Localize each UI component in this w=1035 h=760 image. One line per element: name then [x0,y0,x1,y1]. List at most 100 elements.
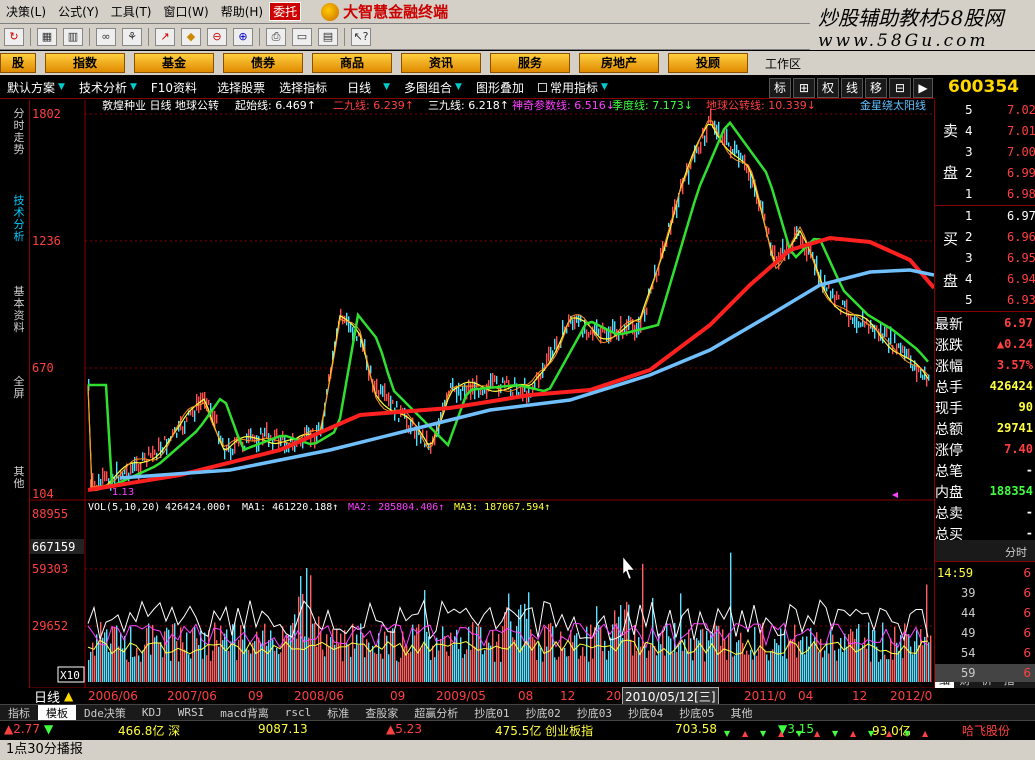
minimize-icon[interactable]: ⊟ [889,78,911,98]
multi-chart-select[interactable]: 多图组合 ▼ [397,79,469,96]
tab-super-analysis[interactable]: 超赢分析 [406,705,466,721]
side-tab-technical[interactable]: 技术分析 [12,195,26,243]
ticker-item: ▼ [44,722,54,736]
tab-bottom02[interactable]: 抄底02 [518,705,569,721]
nav-realestate[interactable]: 房地产 [579,53,659,73]
refresh-icon[interactable]: ↻ [4,27,24,46]
volume-bar [690,638,692,682]
line-button[interactable]: 线 [841,78,863,98]
menu-formula[interactable]: 公式(Y) [52,3,105,20]
move-button[interactable]: 移 [865,78,887,98]
tab-bottom05[interactable]: 抄底05 [671,705,722,721]
analyze-icon[interactable]: ⚘ [122,27,142,46]
volume-bar [908,634,910,682]
period-select[interactable]: 日线 ▼ [340,79,397,96]
buy-price[interactable]: 6.97 [1007,209,1035,223]
tab-wrsi[interactable]: WRSI [170,706,213,719]
side-tab-fundamentals[interactable]: 基本资料 [12,286,26,334]
tab-template[interactable]: 模板 [38,704,76,721]
sell-price[interactable]: 7.00 [1007,145,1035,159]
buy-price[interactable]: 6.94 [1007,272,1035,286]
common-indicator-select[interactable]: 常用指标 ▼ [531,79,615,96]
sell-price[interactable]: 6.98 [1007,187,1035,201]
tab-kdj[interactable]: KDJ [134,706,170,719]
candle [554,338,556,350]
volume-bar [420,648,422,682]
help-cursor-icon[interactable]: ↖? [351,27,371,46]
nav-fund[interactable]: 基金 [134,53,214,73]
tab-stock-check[interactable]: 查股家 [357,705,406,721]
sell-icon[interactable]: ⊖ [207,27,227,46]
tab-dde[interactable]: Dde决策 [76,705,134,721]
grid-icon[interactable]: ▦ [37,27,57,46]
tab-standard[interactable]: 标准 [319,705,357,721]
candle [398,417,400,423]
tab-bottom01[interactable]: 抄底01 [466,705,517,721]
scheme-select[interactable]: 默认方案 ▼ [0,79,72,96]
select-stock-button[interactable]: 选择股票 [210,79,272,96]
sell-price[interactable]: 6.99 [1007,166,1035,180]
date-label: 20 [606,689,622,703]
buy-price[interactable]: 6.96 [1007,230,1035,244]
nav-bond[interactable]: 债券 [223,53,303,73]
window-icon[interactable]: ▭ [292,27,312,46]
chart-area[interactable]: 1802 1236 670 104 88955 667159 59303 296… [30,100,934,688]
tab-bottom03[interactable]: 抄底03 [569,705,620,721]
side-tabs: 分时走势 技术分析 基本资料 全屏 其他 [0,100,30,688]
buy-icon[interactable]: ⊕ [233,27,253,46]
f10-button[interactable]: F10资料 [144,79,204,96]
play-icon[interactable]: ▶ [913,78,933,98]
crosshair-icon[interactable]: ⊞ [793,78,815,98]
volume-bar [256,631,258,682]
tech-analysis-select[interactable]: 技术分析 ▼ [72,79,144,96]
candle [148,446,150,456]
menu-help[interactable]: 帮助(H) [215,3,269,20]
tab-indicator[interactable]: 指标 [0,705,38,721]
overlay-button[interactable]: 图形叠加 [469,79,531,96]
candle [356,336,358,342]
side-tab-intraday[interactable]: 分时走势 [12,108,26,156]
side-tab-fullscreen[interactable]: 全屏 [12,376,26,400]
candle [858,321,860,328]
buy-price[interactable]: 6.95 [1007,251,1035,265]
volume-bar [506,607,508,682]
work-area-label[interactable]: 工作区 [765,55,801,72]
volume-bar [552,626,554,682]
nav-index[interactable]: 指数 [45,53,125,73]
chart-up-icon[interactable]: ↗ [155,27,175,46]
buy-price[interactable]: 6.93 [1007,293,1035,307]
print-icon[interactable]: ⎙ [266,27,286,46]
tab-macd[interactable]: macd背离 [212,705,277,721]
nav-news[interactable]: 资讯 [401,53,481,73]
menu-window[interactable]: 窗口(W) [157,3,214,20]
tick-header[interactable]: 分时 [1005,544,1027,560]
rights-button[interactable]: 权 [817,78,839,98]
volume-bar [850,628,852,682]
indicator-tabs: 指标 模板 Dde决策 KDJ WRSI macd背离 rscl 标准 查股家 … [0,704,1035,721]
volume-bar [766,654,768,682]
tab-rscl[interactable]: rscl [277,706,320,719]
candle [620,315,622,333]
nav-service[interactable]: 服务 [490,53,570,73]
menu-trade[interactable]: 委托 [269,2,302,21]
sell-price[interactable]: 7.01 [1007,124,1035,138]
tab-bottom04[interactable]: 抄底04 [620,705,671,721]
sell-price[interactable]: 7.02 [1007,103,1035,117]
volume-bar [804,654,806,682]
candle [562,320,564,336]
menu-tools[interactable]: 工具(T) [105,3,158,20]
nav-advisor[interactable]: 投顾 [668,53,748,73]
volume-bar [210,660,212,682]
bars-icon[interactable]: ▥ [63,27,83,46]
nav-commodity[interactable]: 商品 [312,53,392,73]
select-indicator-button[interactable]: 选择指标 [272,79,334,96]
menu-decision[interactable]: 决策(L) [0,3,52,20]
diamond-icon[interactable]: ◆ [181,27,201,46]
binoculars-icon[interactable]: ∞ [96,27,116,46]
books-icon[interactable]: ▤ [318,27,338,46]
side-tab-other[interactable]: 其他 [12,466,26,490]
tab-other[interactable]: 其他 [723,705,761,721]
mark-button[interactable]: 标 [769,78,791,98]
price-ylabel: 1236 [32,234,61,248]
nav-stocks[interactable]: 股 [0,53,36,73]
